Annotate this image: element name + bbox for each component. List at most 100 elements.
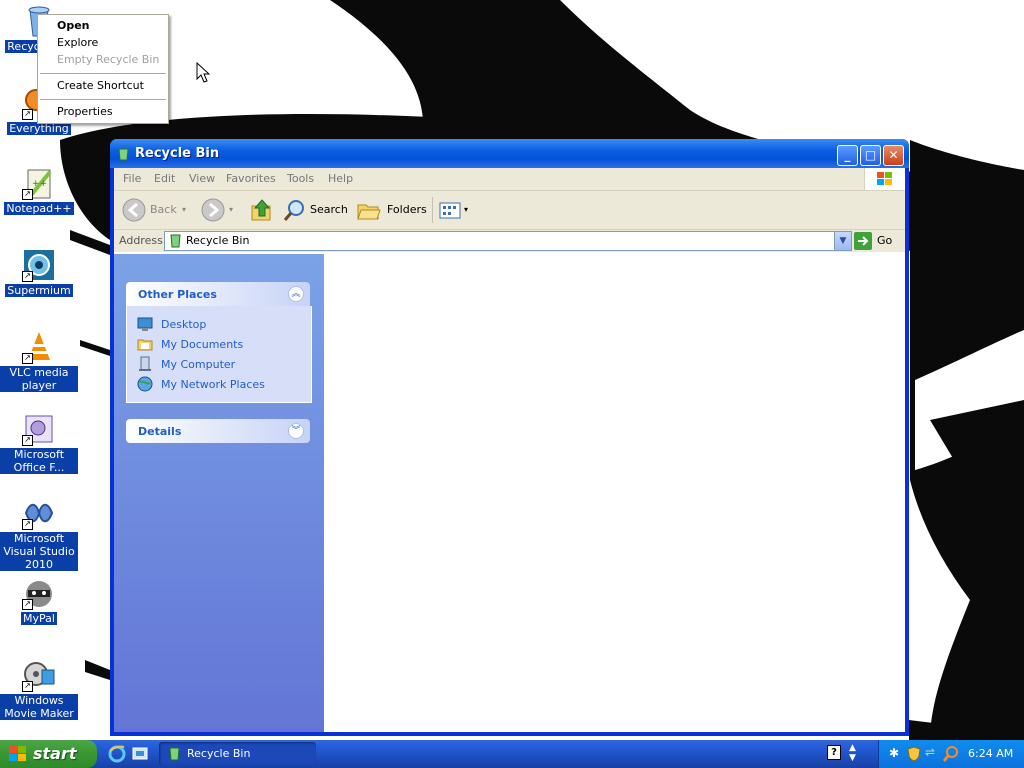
recycle-bin-small-icon — [170, 234, 181, 248]
desktop-icon-label: Supermium — [5, 284, 73, 297]
context-menu-create-shortcut[interactable]: Create Shortcut — [57, 79, 144, 93]
my-computer-icon — [139, 356, 151, 371]
desktop-icon-supermium[interactable]: ↗ Supermium — [0, 248, 78, 297]
expand-chevron-icon[interactable]: ︾ — [288, 423, 304, 439]
collapse-chevron-icon[interactable]: ︽ — [288, 286, 304, 302]
help-icon[interactable]: ? — [827, 745, 841, 760]
recycle-bin-window: Recycle Bin _ □ ✕ File Edit View Favorit… — [110, 139, 909, 736]
window-client-area: File Edit View Favorites Tools Help Back… — [114, 168, 905, 732]
recycle-bin-small-icon — [116, 146, 131, 164]
folders-label: Folders — [387, 203, 427, 216]
svg-text:++: ++ — [32, 179, 47, 189]
security-shield-icon[interactable] — [907, 746, 921, 762]
taskbar-button-label: Recycle Bin — [187, 747, 251, 760]
shortcut-arrow-icon: ↗ — [22, 435, 33, 446]
forward-button[interactable]: ▾ — [201, 198, 235, 222]
address-value: Recycle Bin — [186, 234, 250, 247]
shortcut-arrow-icon: ↗ — [22, 189, 33, 200]
back-arrow-icon — [122, 198, 146, 222]
close-button[interactable]: ✕ — [883, 145, 904, 166]
menu-edit[interactable]: Edit — [154, 172, 175, 185]
address-dropdown-icon[interactable]: ▼ — [834, 232, 851, 250]
menu-view[interactable]: View — [189, 172, 215, 185]
views-button[interactable]: ▾ — [438, 198, 472, 222]
vlc-cone-icon: ↗ — [22, 330, 56, 364]
menu-separator — [40, 73, 166, 74]
maximize-button[interactable]: □ — [860, 145, 881, 166]
menu-file[interactable]: File — [123, 172, 141, 185]
desktop-icon-notepad-plus-plus[interactable]: ++ ↗ Notepad++ — [0, 166, 78, 215]
notepad-plus-plus-icon: ++ ↗ — [22, 166, 56, 200]
supermium-browser-icon: ↗ — [22, 248, 56, 282]
details-header[interactable]: Details ︾ — [126, 419, 310, 443]
desktop-icon — [137, 317, 153, 331]
start-label: start — [33, 744, 77, 763]
shortcut-arrow-icon: ↗ — [22, 109, 33, 120]
go-arrow-icon — [854, 232, 872, 250]
taskbar-button-recycle-bin[interactable]: Recycle Bin — [159, 742, 316, 765]
shortcut-arrow-icon: ↗ — [22, 353, 33, 364]
desktop-icon-label: VLC media player — [0, 366, 78, 392]
network-places-icon — [137, 376, 153, 392]
context-menu-empty-recycle-bin[interactable]: Empty Recycle Bin — [57, 53, 159, 67]
folders-icon — [357, 204, 381, 220]
tray-search-icon[interactable] — [943, 746, 959, 762]
details-title: Details — [138, 425, 182, 438]
menu-help[interactable]: Help — [328, 172, 353, 185]
show-desktop-icon[interactable] — [131, 745, 149, 763]
desktop-icon-office-picture-manager[interactable]: ↗ Microsoft Office F... — [0, 412, 78, 474]
my-documents-icon — [137, 339, 153, 351]
back-label: Back — [150, 203, 177, 216]
address-input[interactable]: Recycle Bin ▼ — [164, 231, 852, 251]
desktop-icon-movie-maker[interactable]: ↗ Windows Movie Maker — [0, 658, 78, 720]
context-menu-open[interactable]: Open — [57, 19, 90, 33]
windows-logo-icon — [864, 168, 905, 190]
taskbar-scroll-arrows-icon[interactable]: ▲ ▼ — [849, 743, 856, 763]
file-list-area[interactable] — [324, 254, 905, 732]
go-button[interactable]: Go — [854, 231, 896, 251]
desktop-icon-label: Notepad++ — [4, 202, 74, 215]
tray-sparkle-icon[interactable]: ✱ — [889, 746, 899, 760]
forward-dropdown-icon: ▾ — [229, 205, 234, 214]
mouse-cursor-icon — [196, 62, 210, 83]
context-menu-properties[interactable]: Properties — [57, 105, 113, 119]
up-folder-button[interactable] — [249, 198, 275, 222]
address-bar: Address Recycle Bin ▼ Go — [114, 230, 905, 252]
address-label: Address — [119, 234, 163, 247]
place-label: My Computer — [161, 358, 236, 371]
visual-studio-icon: ↗ — [22, 496, 56, 530]
minimize-button[interactable]: _ — [837, 145, 858, 166]
other-places-title: Other Places — [138, 288, 217, 301]
system-tray: ✱ ⇌ 6:24 AM — [878, 740, 1024, 768]
desktop-icon-visual-studio[interactable]: ↗ Microsoft Visual Studio 2010 — [0, 496, 78, 571]
desktop-icon-label: Windows Movie Maker — [0, 694, 78, 720]
context-menu-explore[interactable]: Explore — [57, 36, 98, 50]
other-places-header[interactable]: Other Places ︽ — [126, 282, 310, 306]
menu-favorites[interactable]: Favorites — [226, 172, 276, 185]
taskbar: start Recycle Bin ? ▲ ▼ ✱ ⇌ 6:24 AM — [0, 740, 1024, 768]
window-title: Recycle Bin — [135, 146, 220, 161]
other-places-list: Desktop My Documents My Computer My Netw… — [126, 306, 312, 403]
views-dropdown-icon: ▾ — [464, 205, 469, 214]
shortcut-arrow-icon: ↗ — [22, 681, 33, 692]
network-connection-icon[interactable]: ⇌ — [925, 745, 935, 759]
back-dropdown-icon: ▾ — [182, 205, 187, 214]
search-button[interactable]: Search — [282, 198, 348, 222]
folders-button[interactable]: Folders — [356, 198, 427, 222]
mypal-raccoon-icon: ↗ — [22, 576, 56, 610]
internet-explorer-icon[interactable] — [108, 745, 126, 763]
back-button[interactable]: Back ▾ — [122, 198, 188, 222]
menu-tools[interactable]: Tools — [287, 172, 314, 185]
search-icon — [283, 200, 304, 221]
window-title-bar[interactable]: Recycle Bin _ □ ✕ — [110, 139, 909, 168]
place-label: My Documents — [161, 338, 244, 351]
go-label: Go — [877, 234, 893, 247]
menu-separator — [40, 99, 166, 100]
desktop-icon-mypal[interactable]: ↗ MyPal — [0, 576, 78, 625]
forward-arrow-icon — [201, 198, 225, 222]
start-button[interactable]: start — [0, 740, 97, 768]
shortcut-arrow-icon: ↗ — [22, 599, 33, 610]
recycle-bin-small-icon — [169, 747, 180, 761]
place-label: Desktop — [161, 318, 207, 331]
desktop-icon-vlc[interactable]: ↗ VLC media player — [0, 330, 78, 392]
